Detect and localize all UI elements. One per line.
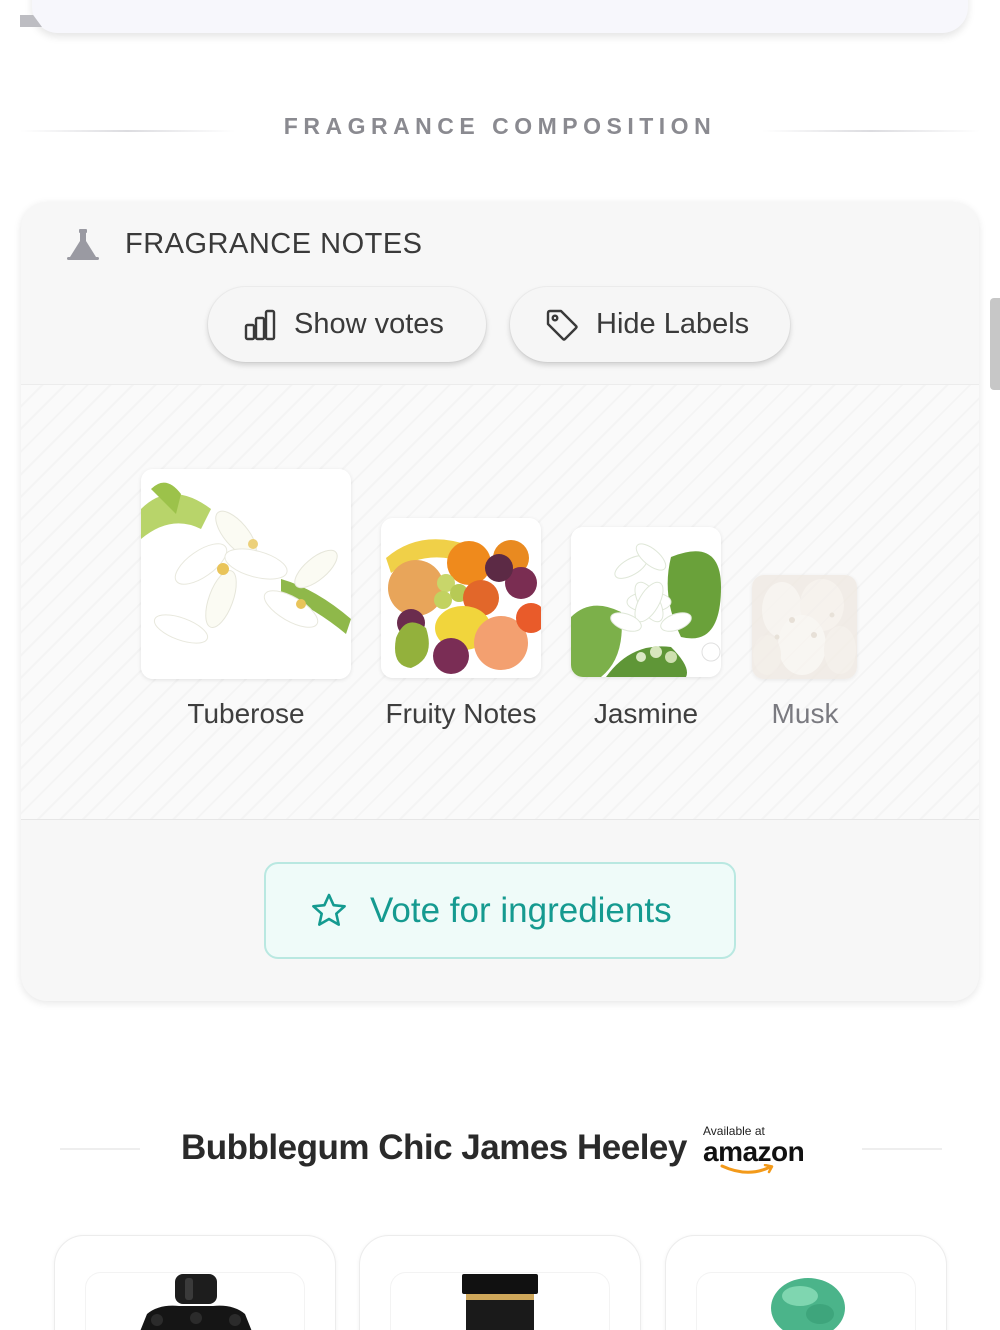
note-label-fruity-notes: Fruity Notes <box>385 698 537 729</box>
vote-for-ingredients-label: Vote for ingredients <box>370 890 672 930</box>
bar-chart-icon <box>244 309 276 340</box>
star-icon <box>312 893 346 926</box>
tuberose-flower-photo <box>141 469 351 679</box>
hide-labels-label: Hide Labels <box>596 308 750 340</box>
note-label-jasmine: Jasmine <box>593 698 699 729</box>
tag-icon <box>546 309 578 341</box>
brand-divider-left <box>60 1148 140 1150</box>
perfume-bottle-image <box>140 1274 252 1330</box>
notes-header-title: FRAGRANCE NOTES <box>125 227 423 260</box>
note-fruity-notes[interactable] <box>381 518 541 678</box>
amazon-smile-icon <box>720 1164 774 1174</box>
section-title: FRAGRANCE COMPOSITION <box>283 113 717 139</box>
fragrance-notes-card: FRAGRANCE NOTES Show votes Hide Labels T… <box>21 202 979 1001</box>
note-musk[interactable] <box>752 575 857 679</box>
top-card <box>32 0 968 33</box>
notes-area: Tuberose Fruity Notes Jasmine Musk <box>21 384 979 820</box>
product-card-3[interactable] <box>665 1235 947 1330</box>
musk-texture-photo <box>752 575 857 679</box>
note-label-musk: Musk <box>771 698 839 729</box>
jasmine-flower-photo <box>571 527 721 677</box>
amazon-badge[interactable]: Available at amazon <box>703 1124 813 1176</box>
show-votes-button[interactable]: Show votes <box>208 287 486 362</box>
vote-for-ingredients-button[interactable]: Vote for ingredients <box>264 862 736 959</box>
amazon-logo-text: amazon <box>703 1136 805 1167</box>
green-stone-image <box>771 1278 845 1330</box>
note-label-tuberose: Tuberose <box>187 698 305 729</box>
fruit-basket-photo <box>381 518 541 678</box>
scrollbar-thumb[interactable] <box>990 298 1000 390</box>
section-divider-right <box>762 130 980 132</box>
product-card-2[interactable] <box>359 1235 641 1330</box>
show-votes-label: Show votes <box>294 308 444 340</box>
perfume-bottle-image <box>462 1274 538 1330</box>
flask-icon <box>67 229 99 260</box>
product-card-1[interactable] <box>54 1235 336 1330</box>
page: FRAGRANCE COMPOSITION FRAGRANCE NOTES Sh… <box>0 0 1000 1330</box>
brand-title: Bubblegum Chic James Heeley <box>181 1128 687 1167</box>
note-jasmine[interactable] <box>571 527 721 677</box>
hide-labels-button[interactable]: Hide Labels <box>510 287 790 362</box>
note-tuberose[interactable] <box>141 469 351 679</box>
brand-divider-right <box>862 1148 942 1150</box>
notes-header: FRAGRANCE NOTES <box>65 226 423 262</box>
